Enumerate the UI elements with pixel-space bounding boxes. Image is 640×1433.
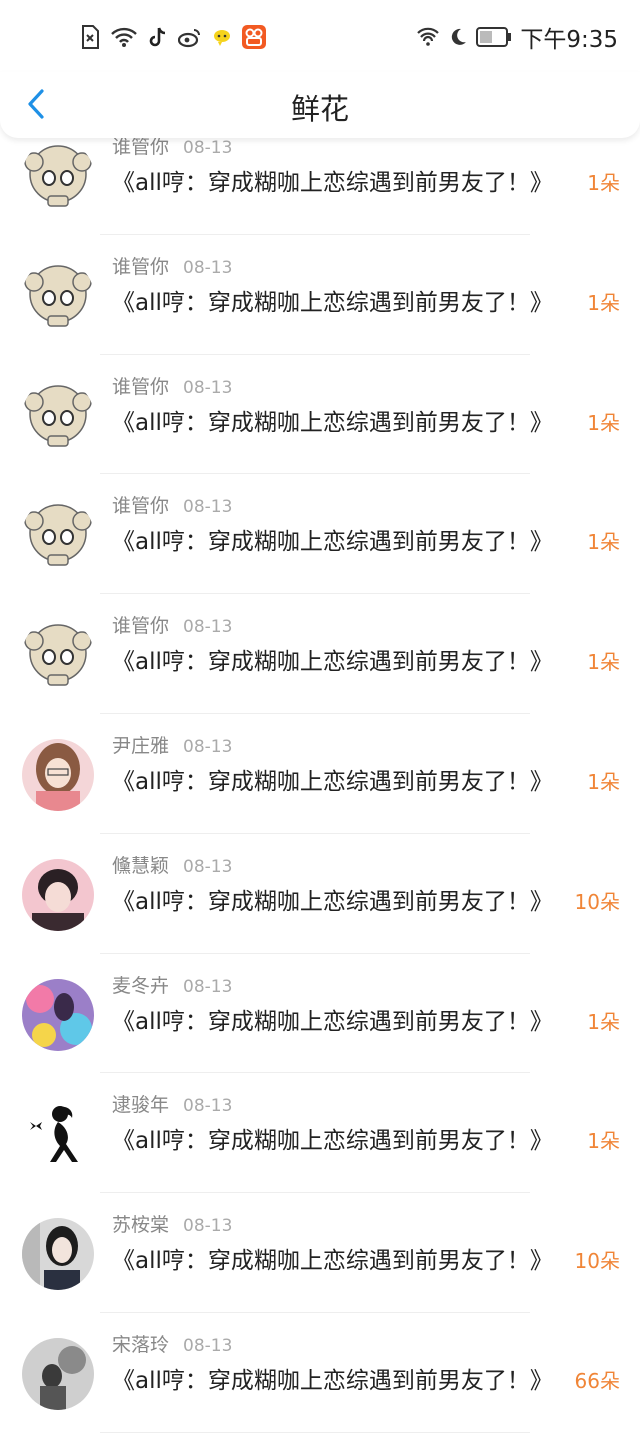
clock: 下午9:35: [520, 27, 618, 53]
nav-bar: 鲜花: [0, 72, 640, 138]
avatar[interactable]: [22, 858, 94, 931]
flower-count: 1朵: [587, 290, 620, 315]
list-item[interactable]: 苏桉棠 08-13 《all哼：穿成糊咖上恋综遇到前男友了！》 10朵: [0, 1193, 640, 1313]
book-title: 《all哼：穿成糊咖上恋综遇到前男友了！》: [112, 409, 553, 436]
user-name: 尹庄雅: [112, 734, 170, 757]
avatar[interactable]: [22, 259, 94, 332]
flower-count: 10朵: [574, 889, 620, 914]
moon-icon: [448, 27, 468, 47]
status-icons-right: 下午9:35: [408, 22, 618, 53]
avatar[interactable]: [22, 1218, 94, 1291]
item-meta: 儵慧颖 08-13: [112, 851, 232, 878]
user-name: 苏桉棠: [112, 1214, 170, 1237]
flower-count: 1朵: [587, 410, 620, 435]
wifi-signal-icon: [416, 27, 440, 47]
avatar[interactable]: [22, 499, 94, 572]
user-name: 谁管你: [112, 255, 170, 278]
tiktok-icon: [148, 26, 168, 48]
battery-icon: [476, 27, 512, 47]
item-meta: 逮骏年 08-13: [112, 1090, 232, 1117]
book-title: 《all哼：穿成糊咖上恋综遇到前男友了！》: [112, 1008, 553, 1035]
status-icons-left: [80, 22, 276, 52]
user-name: 谁管你: [112, 615, 170, 638]
item-meta: 谁管你 08-13: [112, 372, 232, 399]
user-name: 宋落玲: [112, 1333, 170, 1356]
flower-count: 1朵: [587, 769, 620, 794]
flower-list: 谁管你 08-13 《all哼：穿成糊咖上恋综遇到前男友了！》 1朵 谁管你 08-…: [0, 115, 640, 1433]
avatar[interactable]: [22, 140, 94, 212]
item-meta: 尹庄雅 08-13: [112, 731, 232, 758]
item-date: 08-13: [183, 976, 233, 997]
user-name: 儵慧颖: [112, 854, 170, 877]
item-meta: 谁管你 08-13: [112, 491, 232, 518]
book-title: 《all哼：穿成糊咖上恋综遇到前男友了！》: [112, 768, 553, 795]
page-title: 鲜花: [290, 92, 349, 126]
avatar[interactable]: [22, 619, 94, 692]
avatar[interactable]: [22, 978, 94, 1051]
flower-count: 10朵: [574, 1249, 620, 1274]
weibo-icon: [178, 26, 202, 48]
item-date: 08-13: [183, 617, 233, 638]
user-name: 麦冬卉: [112, 974, 170, 997]
user-name: 谁管你: [112, 136, 170, 158]
list-item[interactable]: 谁管你 08-13 《all哼：穿成糊咖上恋综遇到前男友了！》 1朵: [0, 235, 640, 355]
item-meta: 宋落玲 08-13: [112, 1330, 232, 1357]
list-item[interactable]: 逮骏年 08-13 《all哼：穿成糊咖上恋综遇到前男友了！》 1朵: [0, 1073, 640, 1194]
item-meta: 苏桉棠 08-13: [112, 1210, 232, 1237]
status-bar: 下午9:35: [0, 0, 640, 72]
list-item[interactable]: 尹庄雅 08-13 《all哼：穿成糊咖上恋综遇到前男友了！》 1朵: [0, 714, 640, 834]
kuaishou-icon: [242, 25, 266, 49]
list-item[interactable]: 儵慧颖 08-13 《all哼：穿成糊咖上恋综遇到前男友了！》 10朵: [0, 834, 640, 954]
avatar[interactable]: [22, 738, 94, 811]
flower-count: 1朵: [587, 1009, 620, 1034]
book-title: 《all哼：穿成糊咖上恋综遇到前男友了！》: [112, 649, 553, 676]
item-date: 08-13: [183, 856, 233, 877]
list-item[interactable]: 谁管你 08-13 《all哼：穿成糊咖上恋综遇到前男友了！》 1朵: [0, 474, 640, 595]
flower-count: 1朵: [587, 1129, 620, 1154]
book-title: 《all哼：穿成糊咖上恋综遇到前男友了！》: [112, 170, 553, 196]
avatar[interactable]: [22, 379, 94, 452]
flower-count: 1朵: [587, 530, 620, 555]
item-date: 08-13: [183, 736, 233, 757]
book-title: 《all哼：穿成糊咖上恋综遇到前男友了！》: [112, 289, 553, 316]
book-title: 《all哼：穿成糊咖上恋综遇到前男友了！》: [112, 1248, 553, 1275]
item-date: 08-13: [183, 138, 233, 158]
wifi-icon: [110, 26, 138, 48]
item-date: 08-13: [183, 257, 233, 278]
item-date: 08-13: [183, 377, 233, 398]
book-title: 《all哼：穿成糊咖上恋综遇到前男友了！》: [112, 1128, 553, 1155]
avatar[interactable]: [22, 1098, 94, 1171]
item-date: 08-13: [183, 1335, 233, 1356]
user-name: 谁管你: [112, 375, 170, 398]
list-item[interactable]: 麦冬卉 08-13 《all哼：穿成糊咖上恋综遇到前男友了！》 1朵: [0, 954, 640, 1074]
flower-count: 66朵: [574, 1368, 620, 1393]
item-meta: 谁管你 08-13: [112, 611, 232, 638]
chat-app-icon: [212, 27, 232, 47]
flower-count: 1朵: [587, 650, 620, 675]
book-title: 《all哼：穿成糊咖上恋综遇到前男友了！》: [112, 888, 553, 915]
item-meta: 麦冬卉 08-13: [112, 971, 232, 998]
item-meta: 谁管你 08-13: [112, 252, 232, 279]
flower-count: 1朵: [587, 171, 620, 195]
item-date: 08-13: [183, 497, 233, 518]
list-item[interactable]: 宋落玲 08-13 《all哼：穿成糊咖上恋综遇到前男友了！》 66朵: [0, 1313, 640, 1433]
book-title: 《all哼：穿成糊咖上恋综遇到前男友了！》: [112, 1367, 553, 1394]
user-name: 谁管你: [112, 495, 170, 518]
list-item[interactable]: 谁管你 08-13 《all哼：穿成糊咖上恋综遇到前男友了！》 1朵: [0, 355, 640, 475]
user-name: 逮骏年: [112, 1094, 170, 1117]
list-item[interactable]: 谁管你 08-13 《all哼：穿成糊咖上恋综遇到前男友了！》 1朵: [0, 594, 640, 714]
item-date: 08-13: [183, 1216, 233, 1237]
sim-off-icon: [80, 24, 100, 50]
avatar[interactable]: [22, 1337, 94, 1410]
book-title: 《all哼：穿成糊咖上恋综遇到前男友了！》: [112, 529, 553, 556]
item-date: 08-13: [183, 1096, 233, 1117]
